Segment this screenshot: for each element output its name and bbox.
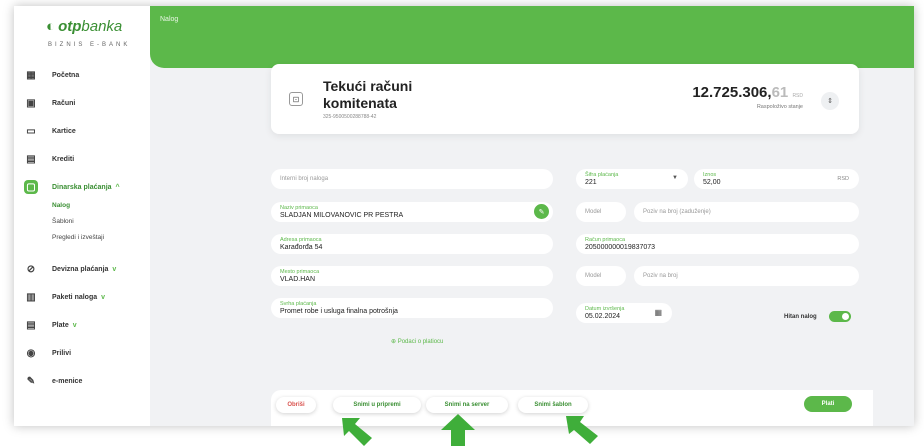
arrow-icon xyxy=(566,416,598,444)
arrow-icon xyxy=(342,418,372,446)
annotation-arrows xyxy=(342,414,598,446)
arrow-icon xyxy=(441,414,475,446)
